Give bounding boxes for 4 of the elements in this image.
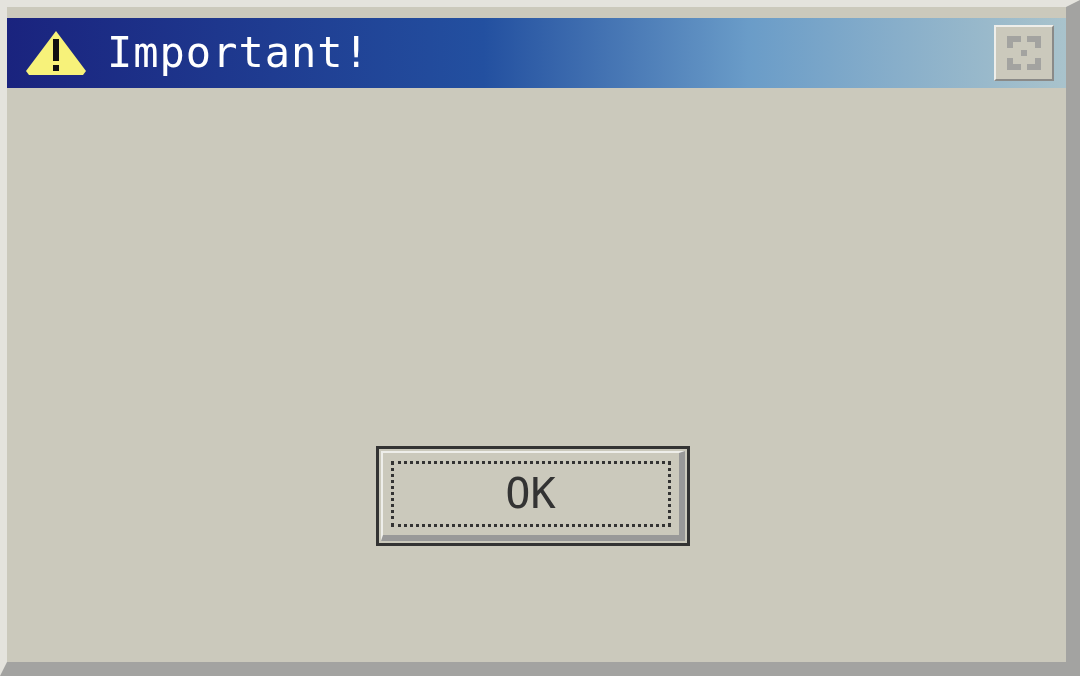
ok-button[interactable]: OK <box>375 446 690 546</box>
close-icon <box>1007 36 1041 70</box>
window-title: Important! <box>107 32 370 74</box>
warning-icon <box>25 30 87 76</box>
